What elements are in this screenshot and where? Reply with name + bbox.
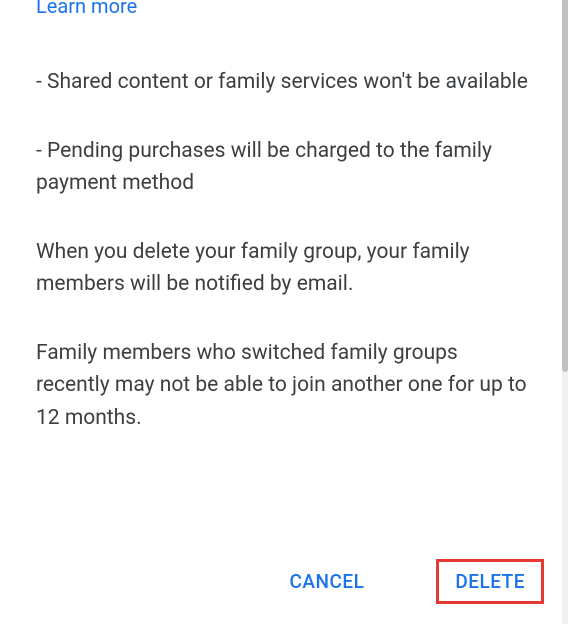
paragraph-switch-limit: Family members who switched family group… (36, 337, 536, 435)
delete-family-dialog: Learn more - Shared content or family se… (0, 0, 572, 624)
cancel-button[interactable]: CANCEL (273, 560, 380, 603)
delete-button-highlight: DELETE (436, 559, 544, 604)
paragraph-notify: When you delete your family group, your … (36, 236, 536, 301)
delete-button[interactable]: DELETE (439, 562, 541, 601)
learn-more-link[interactable]: Learn more (36, 0, 536, 18)
vertical-scrollbar[interactable] (562, 0, 568, 624)
scrollbar-thumb[interactable] (562, 0, 568, 372)
dialog-actions: CANCEL DELETE (273, 559, 544, 604)
bullet-pending-purchases: - Pending purchases will be charged to t… (36, 135, 536, 200)
bullet-shared-content: - Shared content or family services won'… (36, 66, 536, 99)
